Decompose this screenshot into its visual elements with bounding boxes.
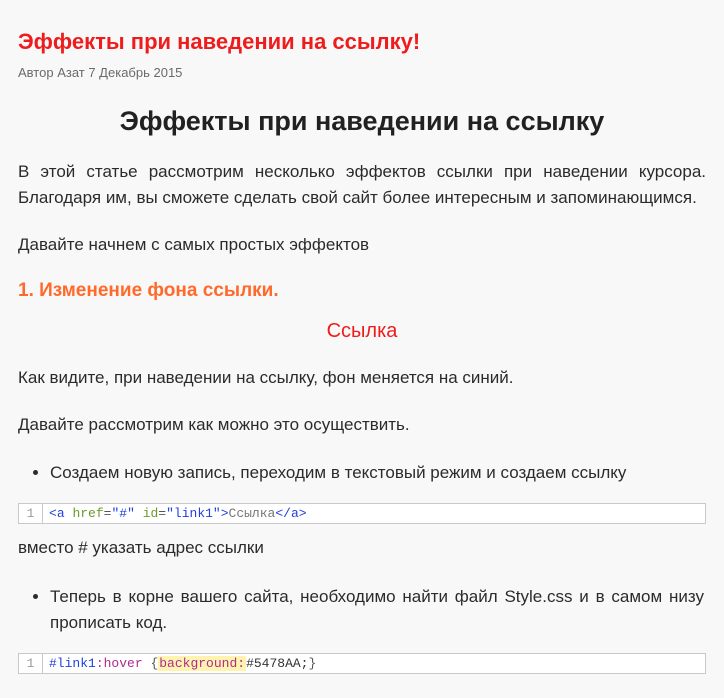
- code-line-number: 1: [19, 504, 43, 523]
- code-token: =: [158, 506, 166, 521]
- code-token: #link1: [49, 656, 96, 671]
- list-item: Теперь в корне вашего сайта, необходимо …: [50, 584, 704, 635]
- code-line-number: 1: [19, 654, 43, 673]
- author-name: Азат: [57, 65, 85, 80]
- post-meta: Автор Азат 7 Декабрь 2015: [18, 65, 706, 80]
- code-line: <a href="#" id="link1">Ссылка</a>: [43, 504, 313, 523]
- code-token: #5478AA;: [246, 656, 308, 671]
- code-token: background:: [158, 656, 246, 671]
- list-item: Создаем новую запись, переходим в тексто…: [50, 460, 704, 486]
- publish-date: 7 Декабрь 2015: [88, 65, 182, 80]
- author-label: Автор: [18, 65, 54, 80]
- code-block-css: 1 #link1:hover {background:#5478AA;}: [18, 653, 706, 674]
- article-page: Эффекты при наведении на ссылку! Автор А…: [0, 0, 724, 698]
- content-heading: Эффекты при наведении на ссылку: [18, 106, 706, 137]
- step-list: Создаем новую запись, переходим в тексто…: [20, 460, 704, 486]
- code-token: "#": [111, 506, 134, 521]
- code-token: "link1": [166, 506, 221, 521]
- demo-link[interactable]: Ссылка: [327, 320, 398, 342]
- code-line: #link1:hover {background:#5478AA;}: [43, 654, 322, 673]
- code-token: :hover: [96, 656, 143, 671]
- lead-paragraph: Давайте начнем с самых простых эффектов: [18, 232, 706, 258]
- intro-paragraph: В этой статье рассмотрим несколько эффек…: [18, 159, 706, 210]
- after-demo-paragraph: Как видите, при наведении на ссылку, фон…: [18, 365, 706, 391]
- code-token: >: [299, 506, 307, 521]
- code-token: Ссылка: [229, 506, 276, 521]
- step-list: Теперь в корне вашего сайта, необходимо …: [20, 584, 704, 635]
- code-token: }: [309, 656, 317, 671]
- how-lead-paragraph: Давайте рассмотрим как можно это осущест…: [18, 412, 706, 438]
- code-token: a: [57, 506, 65, 521]
- code-token: id: [143, 506, 159, 521]
- section-1-title: 1. Изменение фона ссылки.: [18, 280, 706, 302]
- code-block-html: 1 <a href="#" id="link1">Ссылка</a>: [18, 503, 706, 524]
- code-token: href: [72, 506, 103, 521]
- code-token: <: [49, 506, 57, 521]
- post-title-link[interactable]: Эффекты при наведении на ссылку!: [18, 29, 420, 54]
- code-token: a: [291, 506, 299, 521]
- code-token: >: [221, 506, 229, 521]
- demo-link-wrapper: Ссылка: [18, 320, 706, 343]
- code-token: [135, 506, 143, 521]
- note-after-code1: вместо # указать адрес ссылки: [18, 538, 706, 558]
- post-title: Эффекты при наведении на ссылку!: [18, 20, 706, 57]
- code-token: </: [275, 506, 291, 521]
